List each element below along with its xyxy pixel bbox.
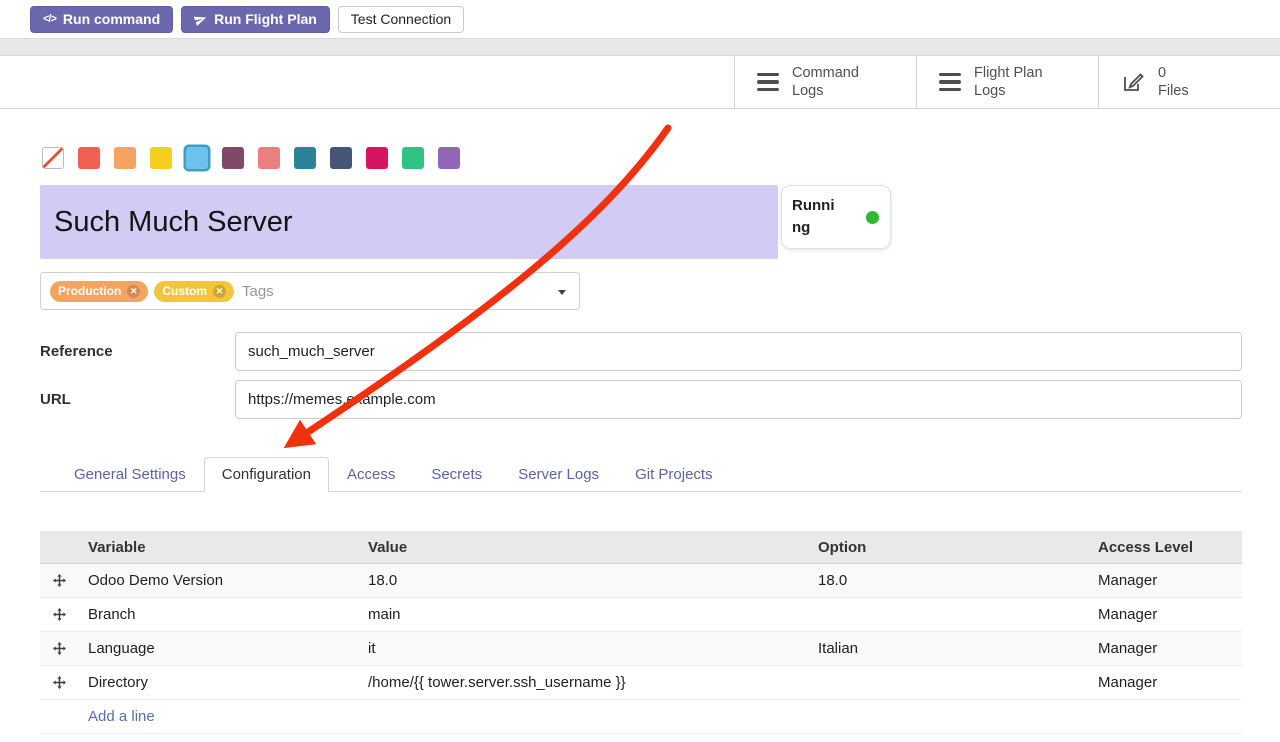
url-input[interactable] [235, 380, 1242, 419]
test-connection-label: Test Connection [351, 11, 451, 27]
cell-option[interactable]: Italian [808, 640, 1088, 657]
color-swatch[interactable] [366, 147, 388, 169]
test-connection-button[interactable]: Test Connection [338, 6, 464, 33]
cell-option[interactable]: 18.0 [808, 572, 1088, 589]
status-label: Running [792, 195, 840, 239]
title-row: Running [40, 185, 1242, 259]
color-swatch[interactable] [330, 147, 352, 169]
tab-git-projects[interactable]: Git Projects [617, 457, 731, 492]
command-logs-line2: Logs [792, 83, 823, 99]
stat-button-command-logs[interactable]: Command Logs [734, 56, 916, 108]
color-swatch-selected[interactable] [186, 147, 208, 169]
notebook-tabs: General Settings Configuration Access Se… [40, 455, 1242, 492]
cell-value[interactable]: it [358, 640, 808, 657]
cell-access-level[interactable]: Manager [1088, 606, 1242, 623]
run-command-label: Run command [63, 11, 160, 27]
stat-button-flight-plan-logs[interactable]: Flight Plan Logs [916, 56, 1098, 108]
url-label: URL [40, 391, 235, 408]
table-body: Odoo Demo Version 18.0 18.0 Manager Bran… [40, 564, 1242, 700]
tab-access[interactable]: Access [329, 457, 413, 492]
tags-placeholder: Tags [242, 283, 274, 300]
stat-button-box: Command Logs Flight Plan Logs [734, 56, 1280, 108]
color-swatch[interactable] [402, 147, 424, 169]
cell-variable[interactable]: Directory [78, 674, 358, 691]
run-flight-plan-label: Run Flight Plan [214, 11, 317, 27]
run-flight-plan-button[interactable]: Run Flight Plan [181, 6, 330, 33]
color-swatch-none[interactable] [42, 147, 64, 169]
files-count: 0 [1158, 65, 1166, 81]
table-header-row: Variable Value Option Access Level [40, 531, 1242, 564]
flight-plan-logs-line2: Logs [974, 83, 1005, 99]
column-header-access-level[interactable]: Access Level [1088, 539, 1242, 556]
color-swatch[interactable] [114, 147, 136, 169]
action-toolbar: </> Run command Run Flight Plan Test Con… [0, 0, 1280, 38]
cell-value[interactable]: 18.0 [358, 572, 808, 589]
tab-general-settings[interactable]: General Settings [56, 457, 204, 492]
color-swatch[interactable] [78, 147, 100, 169]
code-icon: </> [43, 13, 56, 25]
flight-plan-logs-line1: Flight Plan [974, 65, 1043, 81]
tag-label: Custom [162, 284, 207, 298]
tag-production: Production ✕ [50, 281, 148, 302]
files-label: Files [1158, 83, 1189, 99]
form-sheet: Running Production ✕ Custom ✕ Tags Refer… [0, 147, 1280, 734]
reference-label: Reference [40, 343, 235, 360]
breadcrumb-band [0, 38, 1280, 56]
menu-icon [757, 73, 779, 92]
color-swatch[interactable] [438, 147, 460, 169]
column-header-option[interactable]: Option [808, 539, 1088, 556]
tag-remove-icon[interactable]: ✕ [127, 285, 140, 298]
cell-access-level[interactable]: Manager [1088, 674, 1242, 691]
color-swatch[interactable] [258, 147, 280, 169]
cell-variable[interactable]: Branch [78, 606, 358, 623]
drag-handle-icon[interactable] [40, 574, 78, 587]
table-row: Language it Italian Manager [40, 632, 1242, 666]
cell-variable[interactable]: Language [78, 640, 358, 657]
run-command-button[interactable]: </> Run command [30, 6, 173, 33]
color-palette [42, 147, 1242, 169]
plane-icon [192, 11, 209, 28]
form-header: Command Logs Flight Plan Logs [0, 56, 1280, 109]
menu-icon [939, 73, 961, 92]
chevron-down-icon[interactable] [558, 290, 566, 295]
add-line-row: Add a line [40, 700, 1242, 734]
command-logs-line1: Command [792, 65, 859, 81]
cell-access-level[interactable]: Manager [1088, 572, 1242, 589]
stat-button-files[interactable]: 0 Files [1098, 56, 1280, 108]
table-row: Odoo Demo Version 18.0 18.0 Manager [40, 564, 1242, 598]
status-indicator[interactable]: Running [781, 185, 891, 249]
tab-server-logs[interactable]: Server Logs [500, 457, 617, 492]
tag-custom: Custom ✕ [154, 281, 234, 302]
color-swatch[interactable] [222, 147, 244, 169]
variables-table: Variable Value Option Access Level Odoo … [40, 531, 1242, 734]
tab-configuration[interactable]: Configuration [204, 457, 329, 492]
tags-field[interactable]: Production ✕ Custom ✕ Tags [40, 272, 580, 310]
color-swatch[interactable] [150, 147, 172, 169]
tag-label: Production [58, 284, 121, 298]
color-swatch[interactable] [294, 147, 316, 169]
tab-secrets[interactable]: Secrets [413, 457, 500, 492]
page: </> Run command Run Flight Plan Test Con… [0, 0, 1280, 742]
server-name-input[interactable] [40, 185, 778, 259]
column-header-value[interactable]: Value [358, 539, 808, 556]
cell-variable[interactable]: Odoo Demo Version [78, 572, 358, 589]
table-row: Branch main Manager [40, 598, 1242, 632]
status-dot [866, 211, 879, 224]
drag-handle-icon[interactable] [40, 608, 78, 621]
drag-handle-icon[interactable] [40, 676, 78, 689]
cell-value[interactable]: main [358, 606, 808, 623]
cell-access-level[interactable]: Manager [1088, 640, 1242, 657]
url-row: URL [40, 380, 1242, 419]
edit-icon [1121, 70, 1145, 94]
reference-input[interactable] [235, 332, 1242, 371]
drag-handle-icon[interactable] [40, 642, 78, 655]
column-header-variable[interactable]: Variable [78, 539, 358, 556]
table-row: Directory /home/{{ tower.server.ssh_user… [40, 666, 1242, 700]
tag-remove-icon[interactable]: ✕ [213, 285, 226, 298]
add-a-line-link[interactable]: Add a line [88, 708, 155, 725]
cell-value[interactable]: /home/{{ tower.server.ssh_username }} [358, 674, 808, 691]
reference-row: Reference [40, 332, 1242, 371]
